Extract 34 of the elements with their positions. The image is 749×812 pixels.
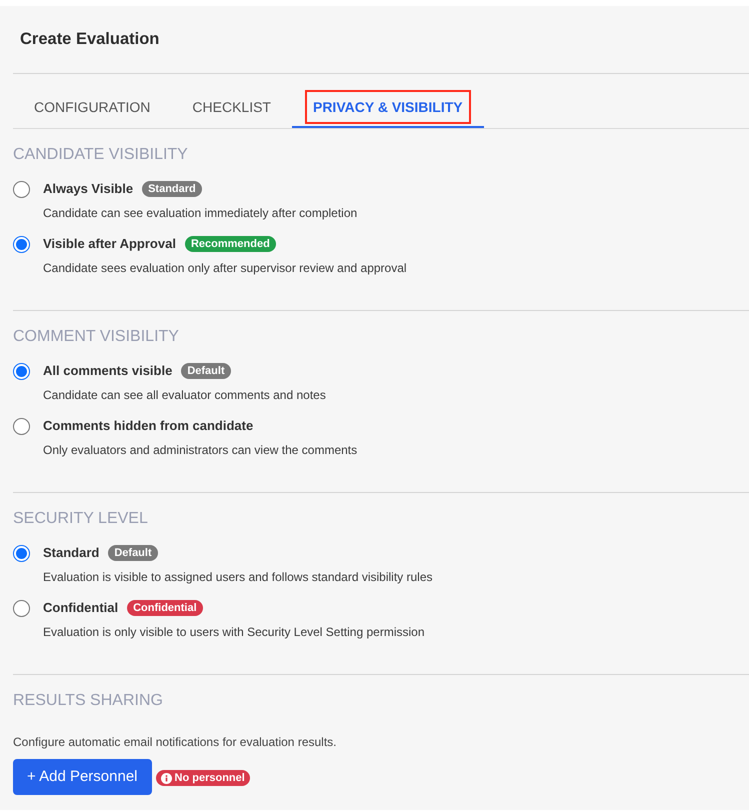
option-description: Candidate sees evaluation only after supervisor review and approval <box>43 260 407 277</box>
tab[interactable]: CHECKLIST <box>171 90 292 128</box>
option-description: Evaluation is only visible to users with Security Level Setting permission <box>43 624 425 641</box>
section-heading: RESULTS SHARING <box>13 691 164 711</box>
option-label: Standard <box>43 544 100 562</box>
option-badge: Default <box>181 363 231 379</box>
window-title: Create Evaluation <box>20 29 160 50</box>
section-heading: CANDIDATE VISIBILITY <box>13 145 189 165</box>
option-description: Only evaluators and administrators can view the comments <box>43 442 358 459</box>
option-badge: Default <box>108 545 158 561</box>
option-description: Evaluation is visible to assigned users and follows standard visibility rules <box>43 569 433 586</box>
radio-button[interactable] <box>13 418 30 435</box>
option-label: Always Visible <box>43 180 134 198</box>
radio-button[interactable] <box>13 545 30 562</box>
section-description: Configure automatic email notifications for evaluation results. <box>13 734 338 751</box>
radio-button[interactable] <box>13 600 30 617</box>
option-badge: Recommended <box>184 236 276 252</box>
info-icon <box>160 772 172 784</box>
radio-button[interactable] <box>13 181 30 198</box>
option-label: Visible after Approval <box>43 235 176 253</box>
badge-text: No personnel <box>174 772 245 784</box>
radio-button[interactable] <box>13 363 30 380</box>
option-badge: Confidential <box>127 600 203 616</box>
tab[interactable]: CONFIGURATION <box>13 90 172 128</box>
option-label: All comments visible <box>43 362 172 380</box>
option-description: Candidate can see evaluation immediately after completion <box>43 205 358 222</box>
option-description: Candidate can see all evaluator comments and notes <box>43 387 326 404</box>
option-label: Confidential <box>43 599 118 617</box>
radio-button[interactable] <box>13 236 30 253</box>
add-personnel-button[interactable]: + Add Personnel <box>13 759 152 795</box>
section-heading: COMMENT VISIBILITY <box>13 327 180 347</box>
option-badge: Standard <box>142 181 202 197</box>
option-label: Comments hidden from candidate <box>43 417 254 435</box>
section-heading: SECURITY LEVEL <box>13 509 149 529</box>
